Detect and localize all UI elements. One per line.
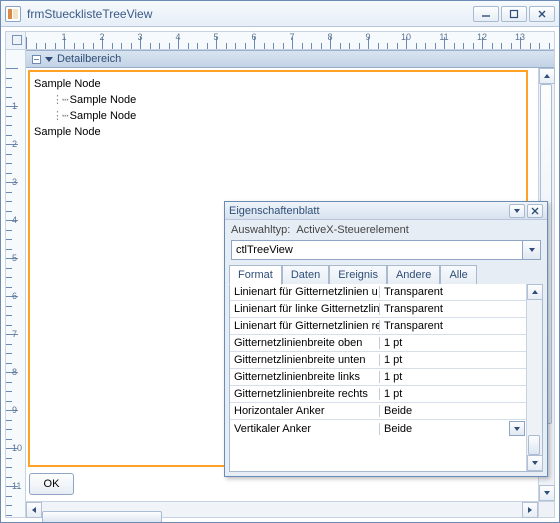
scroll-left-button[interactable] — [26, 502, 42, 518]
property-name: Vertikaler Anker — [230, 423, 380, 435]
tree-node[interactable]: Sample Node — [34, 76, 522, 92]
scroll-right-button[interactable] — [522, 502, 538, 518]
subtype-value: ActiveX-Steuerelement — [296, 224, 409, 236]
app-window: frmStuecklisteTreeView 12345678910111213… — [0, 0, 560, 523]
property-value[interactable]: Beide — [380, 421, 526, 436]
tree-node[interactable]: ⋮⋯Sample Node — [34, 92, 522, 108]
object-selector-dropdown-button[interactable] — [522, 241, 540, 259]
tree-node-label: Sample Node — [70, 92, 137, 108]
prop-scroll-track[interactable] — [527, 300, 542, 455]
tree-node-label: Sample Node — [34, 124, 101, 140]
tab-daten[interactable]: Daten — [282, 265, 329, 285]
property-name: Horizontaler Anker — [230, 405, 380, 417]
property-sheet-title: Eigenschaftenblatt — [229, 205, 507, 217]
tab-ereignis[interactable]: Ereignis — [329, 265, 387, 285]
arrow-up-icon — [532, 290, 538, 294]
property-row[interactable]: Gitternetzlinienbreite oben 1 pt — [230, 335, 526, 352]
prop-scroll-up-button[interactable] — [527, 284, 543, 300]
property-sheet-dropdown-button[interactable] — [509, 204, 525, 218]
tree-node-label: Sample Node — [70, 108, 137, 124]
horizontal-ruler[interactable]: 12345678910111213 — [26, 32, 554, 50]
subtype-label: Auswahltyp: — [231, 224, 290, 236]
tree-connector-icon: ⋮⋯ — [52, 92, 68, 108]
property-sheet-titlebar[interactable]: Eigenschaftenblatt — [225, 202, 547, 220]
property-sheet[interactable]: Eigenschaftenblatt Auswahltyp: ActiveX-S… — [224, 201, 548, 477]
property-row[interactable]: Gitternetzlinienbreite links 1 pt — [230, 369, 526, 386]
property-tabs: FormatDatenEreignisAndereAlle — [225, 264, 547, 284]
tab-format[interactable]: Format — [229, 265, 282, 285]
property-row[interactable]: Horizontaler Anker Beide — [230, 403, 526, 420]
property-grid-scrollbar[interactable] — [526, 284, 542, 471]
arrow-left-icon — [32, 507, 36, 513]
arrow-up-icon — [544, 74, 550, 78]
hscroll-thumb[interactable] — [42, 511, 162, 523]
property-row[interactable]: Gitternetzlinienbreite unten 1 pt — [230, 352, 526, 369]
object-selector-combo[interactable]: ctlTreeView — [231, 240, 541, 260]
chevron-down-icon — [45, 57, 53, 62]
maximize-button[interactable] — [501, 6, 527, 22]
property-row[interactable]: Vertikaler Anker Beide — [230, 420, 526, 437]
property-name: Gitternetzlinienbreite rechts — [230, 388, 380, 400]
property-value[interactable]: 1 pt — [380, 371, 526, 383]
section-selector-icon — [32, 55, 41, 64]
tree-node[interactable]: Sample Node — [34, 124, 522, 140]
tab-alle[interactable]: Alle — [440, 265, 476, 285]
titlebar[interactable]: frmStuecklisteTreeView — [1, 1, 559, 27]
property-name: Linienart für linke Gitternetzlin — [230, 303, 380, 315]
property-sheet-close-button[interactable] — [527, 204, 543, 218]
property-value[interactable]: Transparent — [380, 320, 526, 332]
close-button[interactable] — [529, 6, 555, 22]
property-row[interactable]: Gitternetzlinienbreite rechts 1 pt — [230, 386, 526, 403]
property-name: Gitternetzlinienbreite links — [230, 371, 380, 383]
scroll-up-button[interactable] — [539, 68, 555, 84]
property-row[interactable]: Linienart für Gitternetzlinien re Transp… — [230, 318, 526, 335]
window-title: frmStuecklisteTreeView — [27, 7, 473, 21]
property-value-dropdown-button[interactable] — [509, 421, 525, 436]
ok-button[interactable]: OK — [29, 473, 74, 495]
property-name: Linienart für Gitternetzlinien re — [230, 320, 380, 332]
chevron-down-icon — [514, 209, 520, 213]
prop-scroll-thumb[interactable] — [528, 435, 540, 455]
horizontal-scrollbar[interactable] — [26, 501, 538, 517]
tab-andere[interactable]: Andere — [387, 265, 440, 285]
property-value[interactable]: Transparent — [380, 286, 526, 298]
property-name: Linienart für Gitternetzlinien u — [230, 286, 380, 298]
arrow-down-icon — [532, 461, 538, 465]
vertical-ruler[interactable]: 1234567891011 — [6, 50, 26, 517]
property-value[interactable]: 1 pt — [380, 388, 526, 400]
ruler-corner[interactable] — [6, 32, 26, 50]
arrow-right-icon — [528, 507, 532, 513]
prop-scroll-down-button[interactable] — [527, 455, 543, 471]
minimize-button[interactable] — [473, 6, 499, 22]
property-name: Gitternetzlinienbreite unten — [230, 354, 380, 366]
property-value[interactable]: Transparent — [380, 303, 526, 315]
chevron-down-icon — [529, 248, 535, 252]
tree-connector-icon: ⋮⋯ — [52, 108, 68, 124]
scroll-down-button[interactable] — [539, 485, 555, 501]
section-title: Detailbereich — [57, 53, 121, 65]
object-selector-value: ctlTreeView — [232, 244, 522, 256]
arrow-down-icon — [544, 491, 550, 495]
scroll-corner — [538, 501, 554, 517]
property-name: Gitternetzlinienbreite oben — [230, 337, 380, 349]
property-value[interactable]: Beide — [380, 405, 526, 417]
tree-node-label: Sample Node — [34, 76, 101, 92]
property-row[interactable]: Linienart für linke Gitternetzlin Transp… — [230, 301, 526, 318]
chevron-down-icon — [514, 427, 520, 431]
property-value[interactable]: 1 pt — [380, 354, 526, 366]
property-sheet-subtype: Auswahltyp: ActiveX-Steuerelement — [225, 220, 547, 238]
property-row[interactable]: Linienart für Gitternetzlinien u Transpa… — [230, 284, 526, 301]
property-value[interactable]: 1 pt — [380, 337, 526, 349]
tree-node[interactable]: ⋮⋯Sample Node — [34, 108, 522, 124]
section-header-detail[interactable]: Detailbereich — [26, 50, 554, 68]
form-icon — [5, 6, 21, 22]
treeview-content: Sample Node⋮⋯Sample Node⋮⋯Sample NodeSam… — [30, 72, 526, 144]
property-grid[interactable]: Linienart für Gitternetzlinien u Transpa… — [230, 284, 526, 471]
